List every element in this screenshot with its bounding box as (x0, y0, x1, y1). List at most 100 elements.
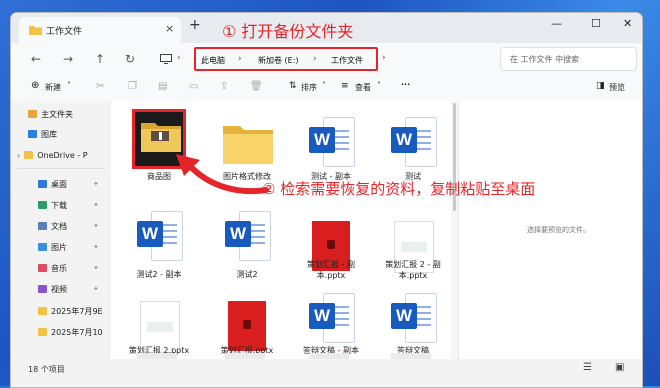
search-box[interactable]: 在 工作文件 中搜索 (500, 47, 637, 71)
pin-icon[interactable]: ✦ (93, 222, 99, 230)
more-button[interactable]: ··· (401, 80, 410, 89)
preview-button[interactable]: 预览 (609, 82, 625, 93)
forward-button[interactable]: → (63, 52, 73, 66)
music-icon (38, 264, 47, 272)
rename-icon[interactable]: ▭ (189, 81, 198, 92)
file-item-plan-report-copy[interactable]: 策划汇报 - 副本.pptx (297, 201, 365, 291)
pin-icon[interactable]: ✦ (93, 264, 99, 272)
new-button[interactable]: 新建 (45, 82, 61, 93)
file-item-defense-copy[interactable]: W 答辩文稿 - 副本 (297, 293, 365, 359)
annotation-arrow (176, 154, 269, 195)
file-item-plan-report2-copy[interactable]: 策划汇报 2 - 副本.pptx (379, 201, 447, 291)
close-button[interactable]: ✕ (623, 17, 632, 30)
folder-icon (141, 123, 181, 152)
new-tab-button[interactable]: + (189, 17, 201, 33)
monitor-icon[interactable] (160, 54, 172, 64)
folder-icon (29, 26, 42, 35)
search-input[interactable]: 在 工作文件 中搜索 (510, 54, 579, 65)
file-item-test-copy[interactable]: W 测试 - 副本 (297, 109, 365, 181)
chevron-right-icon: › (382, 53, 386, 63)
breadcrumb-drive-e[interactable]: 新加卷 (E:) (258, 55, 299, 66)
cloud-icon (24, 151, 34, 159)
tab-close-button[interactable]: × (165, 22, 174, 35)
tab-label: 工作文件 (46, 27, 83, 37)
paste-icon[interactable]: ▤ (158, 81, 167, 92)
chevron-right-icon: › (238, 54, 242, 64)
pin-icon[interactable]: ✦ (93, 180, 99, 188)
sort-button[interactable]: 排序 (301, 82, 317, 93)
chevron-down-icon: ˅ (377, 81, 381, 90)
sidebar-item-onedrive[interactable]: › OneDrive - P (17, 151, 88, 160)
tiles-view-icon[interactable]: ▣ (615, 362, 624, 373)
up-button[interactable]: ↑ (95, 52, 105, 66)
file-item-test2-copy[interactable]: W 测试2 - 副本 (125, 201, 193, 281)
video-icon (38, 285, 47, 293)
file-name: 测试2 - 副本 (136, 270, 182, 279)
sidebar-item-folder-0709[interactable]: 2025年7月9E (38, 306, 103, 317)
presentation-thumbnail-icon (228, 301, 266, 351)
folder-icon (38, 328, 47, 336)
sort-icon[interactable]: ⇅ (289, 81, 297, 91)
annotation-step-1: ① 打开备份文件夹 (222, 22, 354, 41)
word-document-icon: W (391, 117, 437, 167)
tab-work-files[interactable]: 工作文件 × (19, 17, 181, 43)
details-view-icon[interactable]: ☰ (583, 362, 592, 373)
minimize-button[interactable]: — (551, 17, 562, 30)
word-document-icon: W (225, 211, 271, 261)
sidebar-item-pictures[interactable]: 图片 (38, 242, 67, 253)
annotation-step-2: ② 检索需要恢复的资料，复制粘贴至桌面 (262, 180, 536, 198)
file-name: 策划汇报 2 - 副本.pptx (385, 260, 441, 280)
chevron-down-icon: ˅ (67, 81, 71, 90)
chevron-right-icon: › (177, 53, 181, 63)
pin-icon[interactable]: ✦ (93, 285, 99, 293)
sidebar-item-documents[interactable]: 文档 (38, 221, 67, 232)
word-document-icon: W (309, 293, 355, 343)
cut-icon[interactable]: ✂ (96, 81, 104, 92)
refresh-button[interactable]: ↻ (125, 52, 135, 66)
folder-icon (38, 307, 47, 315)
delete-icon[interactable]: 🗑 (250, 81, 263, 92)
share-icon[interactable]: ⇪ (220, 81, 228, 92)
breadcrumb-highlight: 此电脑 › 新加卷 (E:) › 工作文件 (194, 47, 378, 71)
sidebar-item-downloads[interactable]: 下载 (38, 200, 67, 211)
pin-icon[interactable]: ✦ (93, 201, 99, 209)
home-icon (28, 110, 37, 118)
file-explorer-window: 工作文件 × + — ☐ ✕ ← → ↑ ↻ › 此电脑 › 新加卷 (E:) … (10, 12, 643, 388)
divider (17, 168, 105, 169)
file-item-defense[interactable]: W 答辩文稿 (379, 293, 447, 359)
sidebar-item-gallery[interactable]: 图库 (28, 129, 57, 140)
chevron-right-icon: › (313, 54, 317, 64)
file-item-plan-report[interactable]: 策划汇报.pptx (213, 293, 281, 359)
new-plus-icon[interactable]: ⊕ (31, 80, 39, 91)
document-icon (38, 222, 47, 230)
file-item-plan-report2[interactable]: 策划汇报 2.pptx (125, 293, 193, 359)
pin-icon[interactable]: ✦ (93, 243, 99, 251)
picture-icon (38, 243, 47, 251)
word-document-icon: W (137, 211, 183, 261)
desktop-icon (38, 180, 47, 188)
word-document-icon: W (391, 293, 437, 343)
breadcrumb-this-pc[interactable]: 此电脑 (201, 55, 225, 66)
breadcrumb-work-files[interactable]: 工作文件 (331, 55, 363, 66)
status-bar: 18 个项目 ☰ ▣ (11, 359, 642, 387)
sidebar-item-music[interactable]: 音乐 (38, 263, 67, 274)
item-count: 18 个项目 (28, 365, 65, 374)
view-button[interactable]: 查看 (355, 82, 371, 93)
file-item-test2[interactable]: W 测试2 (213, 201, 281, 281)
sidebar-item-folder-0710[interactable]: 2025年7月10 (38, 327, 103, 338)
copy-icon[interactable]: ❐ (128, 81, 137, 92)
back-button[interactable]: ← (31, 52, 41, 66)
command-bar: ⊕ 新建 ˅ ✂ ❐ ▤ ▭ ⇪ 🗑 ⇅ 排序 ˅ ≡ 查看 ˅ ··· ◨ 预… (11, 75, 642, 102)
chevron-down-icon: ˅ (322, 81, 326, 90)
sidebar-item-videos[interactable]: 视频 (38, 284, 67, 295)
view-icon[interactable]: ≡ (341, 81, 349, 91)
preview-pane-icon[interactable]: ◨ (596, 81, 605, 91)
file-item-test[interactable]: W 测试 (379, 109, 447, 181)
preview-pane: 选择要预览的文件。 (458, 101, 642, 359)
sidebar-item-home[interactable]: 主文件夹 (28, 109, 73, 120)
vertical-scrollbar[interactable] (451, 101, 458, 359)
address-bar-row: ← → ↑ ↻ › 此电脑 › 新加卷 (E:) › 工作文件 › 在 工作文件… (11, 43, 642, 76)
maximize-button[interactable]: ☐ (591, 17, 601, 30)
preview-placeholder-text: 选择要预览的文件。 (527, 226, 590, 234)
sidebar-item-desktop[interactable]: 桌面 (38, 179, 67, 190)
